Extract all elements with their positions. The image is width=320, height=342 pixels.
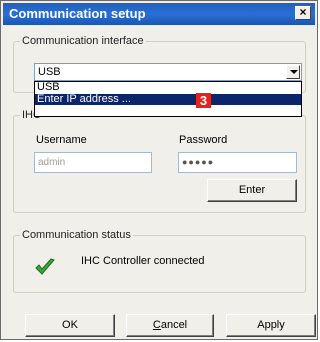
cancel-button[interactable]: Cancel [126, 314, 214, 337]
step-number-badge: 3 [196, 93, 211, 108]
password-field[interactable]: ●●●●● [178, 152, 297, 173]
checkmark-icon [35, 258, 55, 275]
ok-button[interactable]: OK [25, 314, 115, 337]
group-legend: Communication interface [22, 35, 144, 47]
interface-selected-value: USB [38, 66, 61, 78]
apply-button[interactable]: Apply [226, 314, 316, 337]
interface-dropdown-list[interactable]: USB Enter IP address ... [34, 81, 302, 117]
dropdown-option-ip-address[interactable]: Enter IP address ... [35, 94, 301, 105]
close-button[interactable]: × [295, 6, 311, 20]
username-label: Username [36, 134, 87, 146]
status-text: IHC Controller connected [81, 255, 205, 267]
communication-setup-dialog: Communication setup × Communication inte… [0, 0, 318, 340]
group-legend: Communication status [22, 229, 131, 241]
dropdown-option-usb[interactable]: USB [35, 82, 301, 93]
username-field[interactable]: admin [34, 152, 152, 173]
enter-button[interactable]: Enter [207, 179, 297, 202]
chevron-down-icon[interactable] [286, 65, 300, 79]
title-bar[interactable]: Communication setup × [3, 3, 315, 25]
window-title: Communication setup [9, 6, 146, 21]
interface-select[interactable]: USB [34, 63, 302, 81]
password-label: Password [179, 134, 228, 146]
dropdown-option-empty[interactable] [35, 106, 301, 117]
